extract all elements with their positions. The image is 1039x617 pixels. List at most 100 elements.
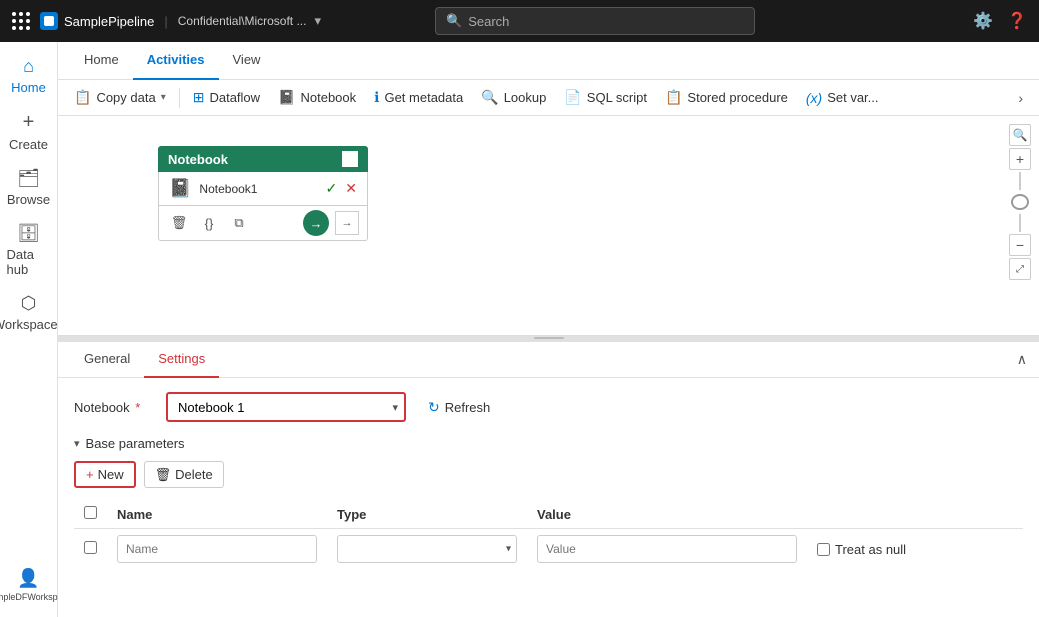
zoom-search-btn[interactable]: 🔍 [1009,124,1031,146]
sidebar-item-label: Data hub [7,247,51,277]
dataflow-icon: ⊞ [193,89,205,106]
params-actions: + New 🗑 Delete [74,461,1023,488]
toolbar-dataflow[interactable]: ⊞ Dataflow [185,85,268,110]
node-expand-icon[interactable]: ⤡ [342,151,358,167]
treat-null-checkbox[interactable] [817,543,830,556]
toolbar-sql-script[interactable]: 📄 SQL script [556,85,655,110]
more-icon: › [1018,90,1023,106]
home-icon: ⌂ [23,56,34,77]
delete-icon: 🗑 [155,467,172,483]
row-name-input[interactable] [117,535,317,563]
toolbar-copy-data[interactable]: 📋 Copy data ▾ [66,85,174,110]
lookup-icon: 🔍 [481,89,498,106]
node-body: 📓 Notebook1 ✓ ✕ [158,172,368,206]
row-value-input[interactable] [537,535,797,563]
row-type-select-wrapper: String Int Bool Float ▾ [337,535,517,563]
base-params-header[interactable]: ▾ Base parameters [74,436,1023,451]
new-icon: + [86,467,94,482]
sql-script-icon: 📄 [564,89,581,106]
content-area: Home Activities View 📋 Copy data ▾ ⊞ Dat… [58,42,1039,617]
zoom-controls: 🔍 + − ⤢ [1009,124,1031,280]
node-status-ok-icon: ✓ [326,180,338,197]
bottom-panel: General Settings ∧ Notebook * Notebook 1 [58,340,1039,595]
row-checkbox[interactable] [84,541,97,554]
workspace-chevron-icon[interactable]: ▾ [314,13,321,29]
sidebar-item-sample-workspace[interactable]: 👤 SampleDFWorkspace [3,562,55,609]
node-title: Notebook [168,152,228,167]
row-value-cell [527,529,807,570]
toolbar-notebook[interactable]: 📓 Notebook [270,85,364,110]
settings-button[interactable]: ⚙️ [973,11,993,31]
node-status-err-icon: ✕ [345,180,357,197]
toolbar: 📋 Copy data ▾ ⊞ Dataflow 📓 Notebook ℹ Ge… [58,80,1039,116]
zoom-collapse-btn[interactable]: ⤢ [1009,258,1031,280]
tab-home[interactable]: Home [70,42,133,80]
node-right-expand-btn[interactable]: → [335,211,359,235]
base-params-label: Base parameters [86,436,185,451]
node-name: Notebook1 [199,182,317,196]
node-arrow-btn[interactable]: → [303,210,329,236]
workspaces-icon: ⬡ [21,293,37,314]
sidebar-item-data-hub[interactable]: 🗄 Data hub [3,217,55,283]
refresh-button[interactable]: ↻ Refresh [418,395,500,420]
toolbar-get-metadata[interactable]: ℹ Get metadata [366,85,471,110]
zoom-track-top [1019,172,1021,190]
search-input[interactable] [468,14,744,29]
toolbar-stored-procedure[interactable]: 📋 Stored procedure [657,85,796,110]
toolbar-set-variable[interactable]: (x) Set var... [798,86,887,110]
toolbar-lookup[interactable]: 🔍 Lookup [473,85,554,110]
sidebar-item-home[interactable]: ⌂ Home [3,50,55,101]
node-code-btn[interactable]: {} [197,211,221,235]
base-params-chevron-icon: ▾ [74,437,80,450]
params-table: Name Type Value [74,500,1023,569]
get-metadata-icon: ℹ [374,89,379,106]
bottom-tabs: General Settings ∧ [58,342,1039,378]
panel-collapse-btn[interactable]: ∧ [1017,351,1027,368]
panel-handle-line [534,337,564,339]
tab-general[interactable]: General [70,342,144,378]
treat-null-label: Treat as null [817,542,1013,557]
pipeline-canvas: Notebook ⤡ 📓 Notebook1 ✓ ✕ 🗑 {} ⧉ → → [58,116,1039,336]
pipeline-label: SamplePipeline | Confidential\Microsoft … [40,12,321,30]
pipeline-icon [40,12,58,30]
sidebar-item-label: Home [11,80,46,95]
search-bar[interactable]: 🔍 [435,7,755,35]
refresh-label: Refresh [445,400,491,415]
base-parameters-section: ▾ Base parameters + New 🗑 Delete [74,436,1023,569]
sidebar-item-create[interactable]: + Create [3,105,55,158]
nav-tabs: Home Activities View [58,42,1039,80]
tab-activities[interactable]: Activities [133,42,219,80]
sidebar-item-workspaces[interactable]: ⬡ Workspaces [3,287,55,338]
main-layout: ⌂ Home + Create 🗂 Browse 🗄 Data hub ⬡ Wo… [0,42,1039,617]
tab-settings[interactable]: Settings [144,342,219,378]
zoom-slider-handle[interactable] [1011,194,1029,210]
col-header-type: Type [327,500,527,529]
zoom-in-btn[interactable]: + [1009,148,1031,170]
new-parameter-button[interactable]: + New [74,461,136,488]
toolbar-more[interactable]: › [1010,86,1031,110]
row-type-select[interactable]: String Int Bool Float [337,535,517,563]
col-header-treat-null [807,500,1023,529]
help-button[interactable]: ❓ [1007,11,1027,31]
notebook-form-row: Notebook * Notebook 1 ▾ ↻ Refresh [74,392,1023,422]
sidebar-item-browse[interactable]: 🗂 Browse [3,162,55,213]
delete-parameter-button[interactable]: 🗑 Delete [144,461,224,488]
tab-view[interactable]: View [219,42,275,80]
col-header-check [74,500,107,529]
node-delete-btn[interactable]: 🗑 [167,211,191,235]
create-icon: + [23,111,35,134]
row-name-cell [107,529,327,570]
settings-panel: Notebook * Notebook 1 ▾ ↻ Refresh [58,378,1039,595]
delete-label: Delete [175,467,213,482]
select-all-checkbox[interactable] [84,506,97,519]
apps-icon[interactable] [12,12,30,30]
sidebar: ⌂ Home + Create 🗂 Browse 🗄 Data hub ⬡ Wo… [0,42,58,617]
refresh-icon: ↻ [428,399,440,416]
zoom-out-btn[interactable]: − [1009,234,1031,256]
notebook-select[interactable]: Notebook 1 [166,392,406,422]
browse-icon: 🗂 [17,168,40,189]
node-copy-btn[interactable]: ⧉ [227,211,251,235]
col-header-name: Name [107,500,327,529]
sidebar-item-label: Browse [7,192,50,207]
set-variable-icon: (x) [806,90,822,106]
